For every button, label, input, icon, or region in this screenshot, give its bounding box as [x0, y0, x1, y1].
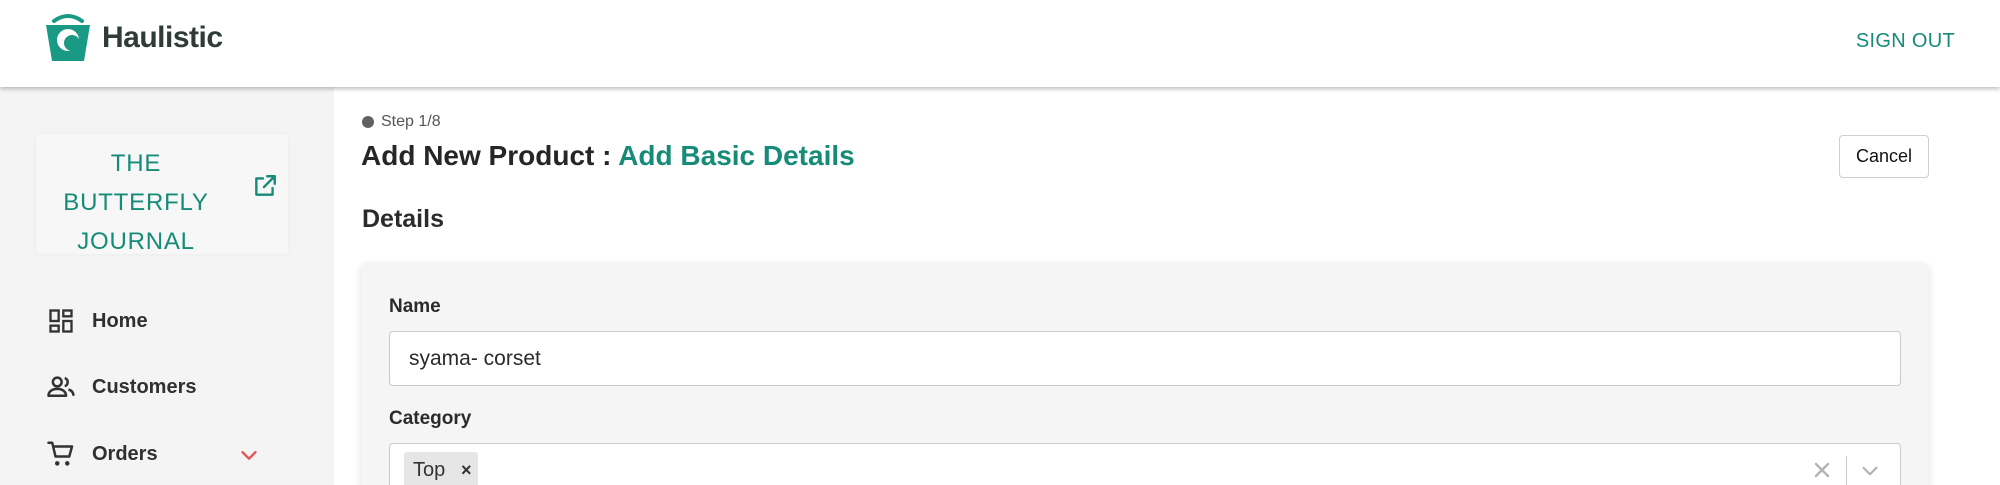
details-form-card: Name Category Top × [361, 265, 1929, 485]
cancel-button[interactable]: Cancel [1839, 135, 1929, 178]
store-name: THE BUTTERFLY JOURNAL [63, 150, 209, 255]
external-link-icon[interactable] [252, 173, 278, 199]
sidebar-item-orders[interactable]: Orders [46, 436, 286, 472]
category-chip: Top × [404, 452, 479, 485]
indicator-separator [1846, 456, 1847, 485]
top-header: Haulistic SIGN OUT [0, 0, 2000, 87]
chevron-down-icon[interactable] [238, 444, 260, 466]
clear-icon[interactable] [1810, 458, 1834, 482]
name-label: Name [389, 296, 441, 317]
main-content: Step 1/8 Add New Product : Add Basic Det… [334, 87, 2000, 485]
category-select[interactable]: Top × [389, 443, 1901, 485]
sidebar: THE BUTTERFLY JOURNAL Home Customers Ord… [0, 87, 334, 485]
logo-icon [46, 14, 90, 61]
page-title: Add New Product : Add Basic Details [361, 140, 855, 172]
sidebar-item-label: Home [92, 309, 148, 332]
dashboard-icon [46, 306, 76, 336]
app-name: Haulistic [102, 21, 223, 54]
step-dot-icon [362, 116, 374, 128]
section-title: Details [362, 205, 444, 233]
chip-remove-icon[interactable]: × [454, 452, 478, 485]
category-label: Category [389, 408, 472, 429]
step-indicator: Step 1/8 [362, 113, 441, 131]
sidebar-item-home[interactable]: Home [46, 303, 286, 339]
category-chip-label: Top [413, 459, 446, 481]
people-icon [46, 372, 76, 402]
page-title-accent: Add Basic Details [618, 140, 855, 171]
sidebar-item-customers[interactable]: Customers [46, 369, 286, 405]
sidebar-item-label: Customers [92, 375, 197, 398]
app-logo[interactable]: Haulistic [44, 13, 223, 63]
store-brand-card: THE BUTTERFLY JOURNAL [36, 134, 288, 255]
sign-out-button[interactable]: SIGN OUT [1856, 30, 1955, 53]
cart-icon [46, 439, 76, 469]
chevron-down-icon[interactable] [1857, 458, 1883, 484]
sidebar-item-label: Orders [92, 442, 158, 465]
name-input[interactable] [389, 331, 1901, 386]
step-text: Step 1/8 [381, 113, 441, 130]
page-title-prefix: Add New Product : [361, 140, 619, 171]
